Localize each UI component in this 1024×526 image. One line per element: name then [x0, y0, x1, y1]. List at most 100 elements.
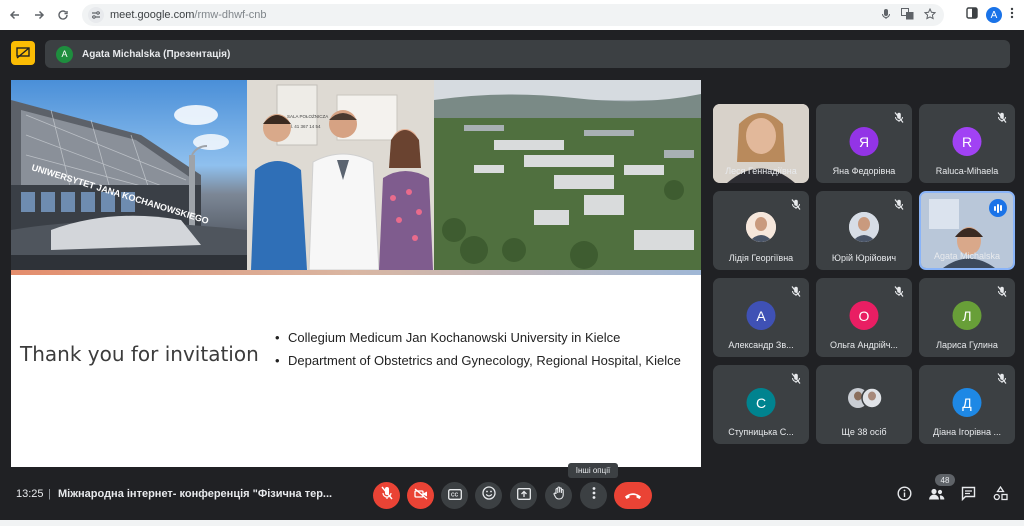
participant-tile[interactable]: Леся Геннадіївна	[713, 104, 809, 183]
presentation-slide: UNIWERSYTET JANA KOCHANOWSKIEGO SALA POŁ…	[11, 80, 701, 467]
mic-off-icon	[892, 284, 906, 298]
menu-dots-icon[interactable]	[1010, 6, 1014, 24]
participant-count-badge: 48	[935, 474, 955, 486]
translate-icon[interactable]	[901, 7, 914, 23]
reactions-button[interactable]	[475, 482, 502, 509]
avatar-photo	[746, 212, 776, 242]
participant-name: Александр Зв...	[728, 340, 794, 350]
reload-icon[interactable]	[52, 4, 74, 26]
participant-tile[interactable]: О Ольга Андрійч...	[816, 278, 912, 357]
participant-tile[interactable]: Agata Michalska	[919, 191, 1015, 270]
raise-hand-button[interactable]	[545, 482, 572, 509]
participant-name: Raluca-Mihaela	[935, 166, 999, 176]
sidepanel-icon[interactable]	[966, 6, 978, 24]
slide-bullets: • Collegium Medicum Jan Kochanowski Unive…	[275, 326, 681, 372]
presenter-banner[interactable]: A Agata Michalska (Презентація)	[45, 40, 1010, 68]
camera-off-icon	[413, 487, 428, 505]
list-item: • Department of Obstetrics and Gynecology…	[275, 353, 681, 368]
chat-button[interactable]	[958, 486, 978, 506]
mic-toggle-button[interactable]	[373, 482, 400, 509]
more-options-icon	[592, 486, 596, 505]
leave-call-button[interactable]	[614, 482, 652, 509]
camera-toggle-button[interactable]	[407, 482, 434, 509]
meeting-details-button[interactable]	[894, 486, 914, 506]
campus-aerial-photo	[434, 80, 701, 270]
door-sign-line-1: SALA POŁOŻNICZA	[287, 113, 328, 119]
separator: |	[48, 488, 51, 500]
activities-button[interactable]	[990, 485, 1010, 506]
door-sign-line-2: tel. 41 367 14 54	[287, 124, 321, 129]
participant-name: Лариса Гулина	[936, 340, 998, 350]
mic-off-icon	[789, 371, 803, 385]
meeting-clock: 13:25	[16, 488, 44, 500]
emoji-icon	[481, 486, 496, 505]
captions-button[interactable]: CC	[441, 482, 468, 509]
participant-tile[interactable]: Л Лариса Гулина	[919, 278, 1015, 357]
present-now-button[interactable]	[510, 482, 537, 509]
participant-name: Лідія Георгіївна	[728, 253, 794, 263]
profile-avatar[interactable]: A	[986, 7, 1002, 23]
raise-hand-icon	[553, 486, 565, 505]
forward-icon[interactable]	[28, 4, 50, 26]
avatar: A	[56, 45, 73, 63]
mic-icon[interactable]	[881, 8, 891, 23]
participant-tile[interactable]: С Ступницька С...	[713, 365, 809, 444]
svg-text:CC: CC	[451, 492, 459, 498]
participant-tile[interactable]: Я Яна Федорівна	[816, 104, 912, 183]
present-to-all-icon[interactable]	[11, 41, 35, 65]
participant-tile[interactable]: R Raluca-Mihaela	[919, 104, 1015, 183]
slide-title: Thank you for invitation	[20, 342, 259, 366]
mic-off-icon	[789, 284, 803, 298]
people-button[interactable]	[926, 486, 946, 506]
chat-icon	[961, 486, 976, 506]
star-icon[interactable]	[923, 7, 937, 23]
mic-off-icon	[789, 197, 803, 211]
participant-name: Юрій Юрійович	[831, 253, 897, 263]
mic-off-icon	[892, 110, 906, 124]
speaking-indicator	[989, 199, 1007, 217]
participant-tile[interactable]: Ще 38 осіб	[816, 365, 912, 444]
url-text: meet.google.com/rmw-dhwf-cnb	[110, 9, 267, 21]
participant-name: Ольга Андрійч...	[830, 340, 898, 350]
participant-tile[interactable]: Лідія Георгіївна	[713, 191, 809, 270]
captions-icon: CC	[447, 487, 462, 505]
university-photo: UNIWERSYTET JANA KOCHANOWSKIEGO	[11, 80, 247, 270]
participant-name: Ступницька С...	[728, 427, 794, 437]
address-bar[interactable]: meet.google.com/rmw-dhwf-cnb	[82, 4, 944, 26]
participant-tile[interactable]: Д Діана Ігорівна ...	[919, 365, 1015, 444]
mic-off-icon	[380, 486, 393, 505]
avatar-photo	[849, 212, 879, 242]
avatar: О	[849, 301, 879, 330]
taskbar-strip	[0, 520, 1024, 526]
hangup-icon	[624, 487, 642, 505]
back-icon[interactable]	[4, 4, 26, 26]
avatar: R	[952, 127, 982, 156]
people-icon	[928, 487, 945, 506]
participant-name: Agata Michalska	[933, 251, 1001, 261]
browser-toolbar: meet.google.com/rmw-dhwf-cnb A	[0, 0, 1024, 30]
list-item: • Collegium Medicum Jan Kochanowski Unive…	[275, 330, 621, 345]
activities-icon	[993, 485, 1008, 506]
more-options-button[interactable]	[580, 482, 607, 509]
site-info-icon[interactable]	[88, 7, 104, 23]
participant-tile[interactable]: Юрій Юрійович	[816, 191, 912, 270]
more-participants-avatars	[848, 387, 883, 409]
mic-off-icon	[995, 371, 1009, 385]
participant-tile[interactable]: А Александр Зв...	[713, 278, 809, 357]
meeting-title: Міжнародна інтернет- конференція "Фізичн…	[58, 488, 333, 500]
avatar: Я	[849, 127, 879, 156]
mic-off-icon	[995, 284, 1009, 298]
avatar: Л	[952, 301, 982, 330]
participant-name: Діана Ігорівна ...	[933, 427, 1001, 437]
info-icon	[896, 486, 912, 506]
presenter-label: Agata Michalska (Презентація)	[82, 48, 231, 60]
avatar: Д	[952, 388, 982, 417]
participant-name: Ще 38 осіб	[841, 427, 887, 437]
avatar: А	[746, 301, 776, 330]
participant-name: Яна Федорівна	[832, 166, 896, 176]
present-icon	[516, 487, 531, 505]
mic-off-icon	[995, 110, 1009, 124]
mic-off-icon	[892, 197, 906, 211]
avatar: С	[746, 388, 776, 417]
team-photo: SALA POŁOŻNICZA tel. 41 367 14 54	[247, 80, 434, 270]
